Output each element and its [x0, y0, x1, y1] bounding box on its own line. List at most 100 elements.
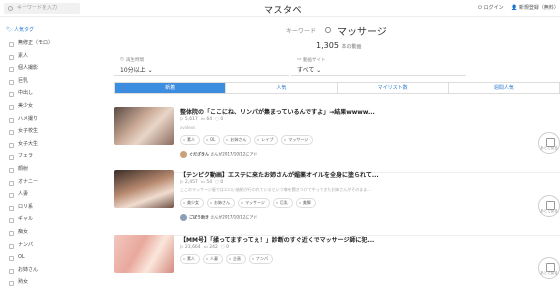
video-card[interactable]: 整体院の「ここにね、リンパが集まっているんですよ」→結果wwww... ▷ 5,…: [114, 107, 560, 173]
video-card[interactable]: 【MM号】「揉ってますってぇ！」診断のすぐ近くでマッサージ師に犯... ▷ 23…: [114, 235, 560, 301]
tab-mylist[interactable]: マイリスト数: [338, 83, 449, 93]
sidebar-tag-item[interactable]: 中出し: [0, 87, 80, 100]
tag-icon: 🏷: [6, 27, 13, 33]
mylist-count: 54: [206, 180, 213, 185]
sidebar-tag-item[interactable]: 美少女: [0, 100, 80, 113]
user-icon: 👤: [511, 5, 518, 11]
sidebar-tag-item[interactable]: ギャル: [0, 213, 80, 226]
tag-chip[interactable]: 素人: [180, 135, 200, 145]
count-unit: 本の動画: [341, 44, 362, 50]
tag-chip[interactable]: 美少女: [180, 198, 204, 208]
tag-chip[interactable]: 企画: [226, 254, 246, 264]
sidebar-tag-item[interactable]: ナンパ: [0, 239, 80, 252]
tag-chip[interactable]: 素人: [180, 254, 200, 264]
sidebar-tag-item[interactable]: 個人撮影: [0, 62, 80, 75]
comment-count: 0: [220, 117, 224, 122]
views-count: 2,457: [184, 180, 198, 185]
mylist-count: 64: [206, 117, 213, 122]
search-input[interactable]: キーワードを入力: [4, 3, 80, 14]
duration-filter-value: 10分以上 ⌄: [120, 65, 153, 74]
tab-new[interactable]: 新着: [115, 83, 227, 93]
sidebar-tag-list: 無修正（モロ） 素人 個人撮影 巨乳 中出し 美少女 ハメ撮り 女子校生 女子大生 フェラ 顔射 オナ…: [0, 37, 80, 289]
sidebar-tag-item[interactable]: 女子大生: [0, 138, 80, 151]
main-content: キーワード マッサージ 1,305 本の動画 ◷ 再生時間 10分以上 ⌄ ▭ …: [114, 17, 560, 279]
keyword-label: キーワード: [286, 28, 317, 35]
tag-chip[interactable]: レイプ: [254, 135, 279, 145]
search-icon: [325, 27, 331, 33]
sidebar-tag-item[interactable]: 女子校生: [0, 125, 80, 138]
folder-icon: ▭: [200, 117, 205, 122]
sidebar-tag-item[interactable]: ロリ系: [0, 201, 80, 214]
site-filter-value: すべて ⌄: [297, 65, 321, 74]
tag-chip[interactable]: 人妻: [203, 254, 223, 264]
sidebar-tag-item[interactable]: 熟女: [0, 276, 80, 289]
video-title[interactable]: 整体院の「ここにね、リンパが集まっているんですよ」→結果wwww...: [180, 107, 375, 116]
search-placeholder: キーワードを入力: [17, 5, 58, 11]
login-link[interactable]: ⏻ ログイン: [478, 4, 504, 11]
tag-chip[interactable]: 美脚: [295, 198, 316, 208]
chevron-down-icon: ⌄: [316, 67, 322, 74]
video-thumbnail[interactable]: [114, 170, 174, 208]
comment-count: 0: [226, 245, 229, 250]
sidebar-title: 🏷 人気タグ: [0, 20, 80, 37]
sidebar-tag-item[interactable]: ハメ撮り: [0, 113, 80, 126]
site-filter-text: すべて: [297, 67, 315, 74]
watch-later-button[interactable]: あとで見る: [538, 195, 560, 217]
sidebar-tag-item[interactable]: オナニー: [0, 176, 80, 189]
sidebar-tag-item[interactable]: フェラ: [0, 150, 80, 163]
watch-later-button[interactable]: あとで見る: [538, 257, 560, 279]
video-thumbnail[interactable]: [114, 235, 174, 273]
sidebar-tag-item[interactable]: 人妻: [0, 188, 80, 201]
comment-icon: ◌: [214, 117, 219, 122]
video-card[interactable]: 【テンピク動画】エステに来たお姉さんが媚薬オイルを全身に塗られて... ▷ 2,…: [114, 170, 560, 236]
sidebar-tag-item[interactable]: 巨乳: [0, 75, 80, 88]
tag-chip[interactable]: マッサージ: [281, 135, 314, 145]
video-meta: ▷ 2,457 ▭ 54 ◌ 0: [180, 180, 223, 185]
comment-count: 0: [220, 180, 224, 185]
duration-filter-label: 再生時間: [126, 58, 144, 63]
tab-weekly[interactable]: 週間人気: [449, 83, 559, 93]
tag-list: 美少女 お姉さん マッサージ 巨乳 美脚: [180, 198, 316, 208]
tag-chip[interactable]: マッサージ: [238, 198, 270, 208]
sidebar-tag-item[interactable]: 顔射: [0, 163, 80, 176]
tag-chip[interactable]: 巨乳: [272, 198, 293, 208]
video-meta: ▷ 23,664 ▭ 242 ◌ 0: [180, 245, 229, 250]
sidebar-tag-item[interactable]: 無修正（モロ）: [0, 37, 80, 50]
avatar[interactable]: [180, 214, 187, 221]
views-count: 23,664: [184, 245, 201, 250]
tag-chip[interactable]: ナンパ: [249, 254, 273, 264]
tag-list: 素人 OL お姉さん レイプ マッサージ: [180, 135, 314, 145]
signup-label: 新規登録（無料）: [518, 5, 559, 11]
duration-filter-text: 10分以上: [120, 67, 146, 74]
watch-later-label: あとで見る: [540, 146, 558, 150]
duration-filter[interactable]: ◷ 再生時間 10分以上 ⌄: [114, 56, 289, 76]
sidebar-tag-item[interactable]: お姉さん: [0, 264, 80, 277]
play-icon: ▷: [180, 180, 184, 185]
sidebar-title-label: 人気タグ: [13, 27, 34, 33]
site-filter[interactable]: ▭ 動画サイト すべて ⌄: [291, 56, 466, 76]
user-name[interactable]: ぐだざきん: [189, 152, 209, 157]
posted-by: ごぼう助き さんが2017/10/12にアド: [180, 214, 257, 221]
tag-chip[interactable]: お姉さん: [207, 198, 235, 208]
video-title[interactable]: 【MM号】「揉ってますってぇ！」診断のすぐ近くでマッサージ師に犯...: [180, 235, 374, 244]
user-name[interactable]: ごぼう助き: [189, 215, 209, 220]
site-logo[interactable]: マスタベ: [264, 3, 302, 16]
video-thumbnail[interactable]: [114, 107, 174, 145]
folder-icon: ▭: [203, 245, 208, 250]
avatar[interactable]: [180, 151, 187, 158]
play-icon: ▷: [180, 117, 184, 122]
sidebar-tag-item[interactable]: 素人: [0, 50, 80, 63]
tag-chip[interactable]: お姉さん: [223, 135, 252, 145]
tag-chip[interactable]: OL: [203, 135, 221, 145]
login-icon: ⏻: [478, 5, 482, 11]
tab-popular[interactable]: 人気: [226, 83, 338, 93]
signup-link[interactable]: 👤 新規登録（無料）: [511, 4, 559, 11]
count-number: 1,305: [316, 41, 339, 50]
video-source: xvideos: [180, 125, 196, 130]
video-title[interactable]: 【テンピク動画】エステに来たお姉さんが媚薬オイルを全身に塗られて...: [180, 170, 379, 179]
comment-icon: ◌: [214, 180, 219, 185]
sidebar-tag-item[interactable]: 痴女: [0, 226, 80, 239]
sidebar-tag-item[interactable]: OL: [0, 251, 80, 264]
post-note: さんが2017/10/12にアド: [210, 151, 258, 157]
watch-later-button[interactable]: あとで見る: [538, 132, 560, 154]
